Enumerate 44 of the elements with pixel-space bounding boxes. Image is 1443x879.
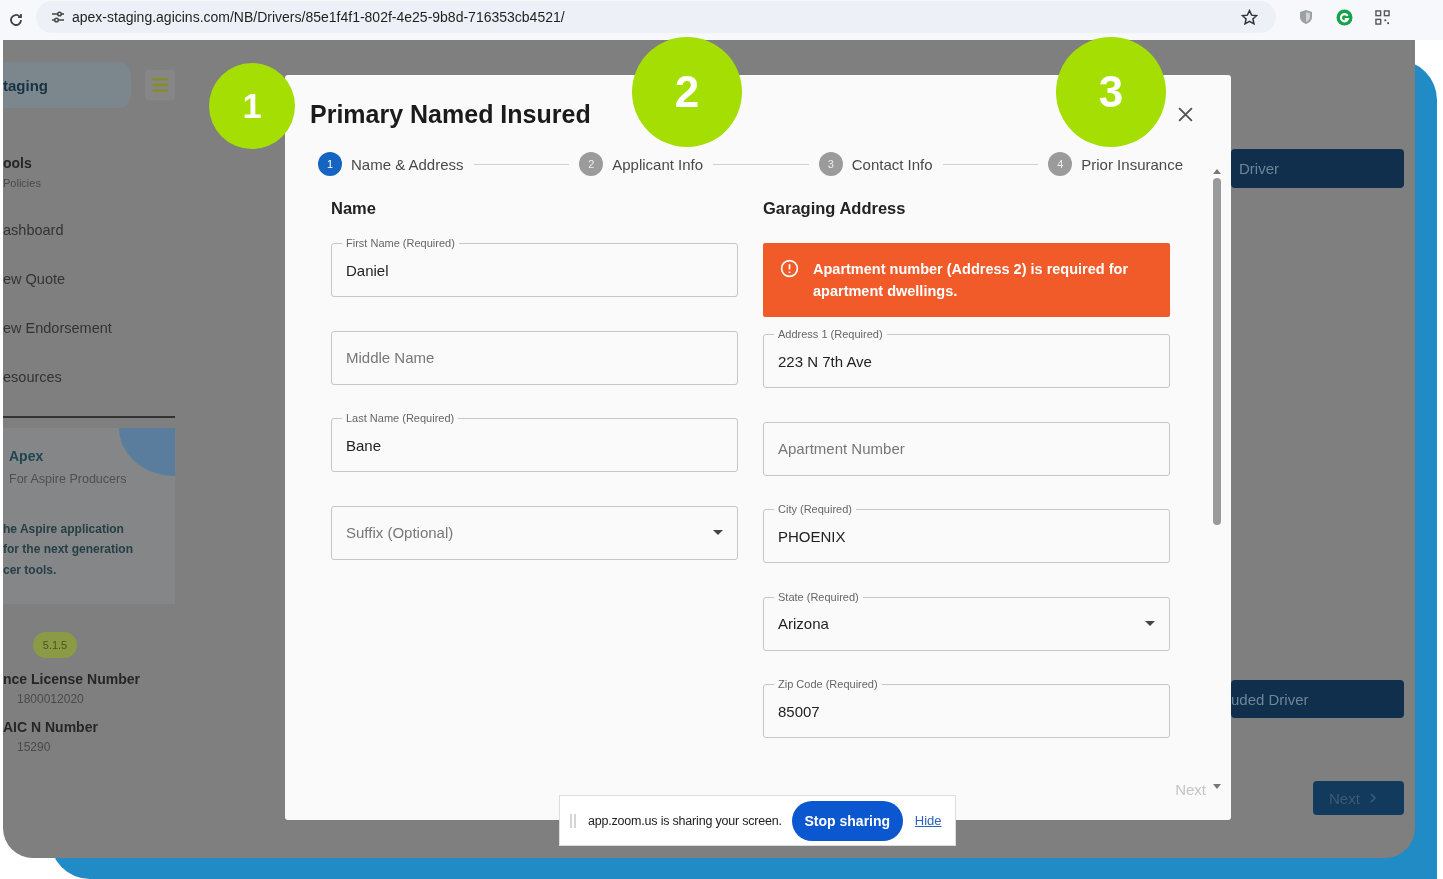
chevron-right-icon [1367,793,1378,803]
reload-icon[interactable] [8,12,24,28]
scroll-up-icon[interactable] [1213,169,1221,174]
extension-icon[interactable] [1336,8,1353,26]
close-icon[interactable] [1177,105,1194,123]
caret-icon [713,529,723,536]
star-icon[interactable] [1241,8,1258,26]
drag-handle-icon[interactable] [570,813,576,828]
dialog-title: Primary Named Insured [310,99,591,129]
error-icon [780,259,799,278]
nav-item[interactable]: ashboard [3,222,175,238]
qr-code-icon[interactable] [1375,9,1390,25]
step[interactable]: 1 Name & Address [318,152,464,176]
section-heading: Garaging Address [763,199,907,219]
nav-item[interactable]: ew Quote [3,271,175,287]
step[interactable]: 2 Applicant Info [579,152,704,176]
promo-subtitle: For Aspire Producers [9,471,128,486]
stop-sharing-button[interactable]: Stop sharing [791,800,903,841]
step[interactable]: 4 Prior Insurance [1048,152,1183,176]
driver-button[interactable]: Driver [1231,149,1404,188]
scroll-down-icon[interactable] [1213,784,1221,789]
error-message: Apartment number (Address 2) is required for apartment dwellings. [813,260,1130,301]
driver-button[interactable]: uded Driver [1231,680,1404,718]
share-message: app.zoom.us is sharing your screen. [588,813,782,828]
brand-pill[interactable]: taging [3,62,131,108]
select-field[interactable]: Suffix (Optional) [331,505,738,560]
info-label: AIC N Number [3,718,99,735]
promo-title: Apex [9,447,45,464]
shield-icon[interactable] [1298,9,1314,25]
nav-item[interactable]: ew Endorsement [3,320,175,336]
nav-item[interactable]: esources [3,369,175,385]
input-field[interactable]: Middle Name [331,330,738,385]
info-label: nce License Number [3,670,141,687]
step[interactable]: 3 Contact Info [818,152,933,176]
promo-text: he Aspire application for the next generation cer tools. [3,520,134,579]
version-badge: 5.1.5 [33,631,77,658]
scrollbar[interactable] [1212,169,1222,789]
hide-link[interactable]: Hide [914,813,942,828]
caret-icon [1145,620,1155,627]
section-title: ools [3,155,33,171]
url-text: apex-staging.agicins.com/NB/Drivers/85e1f4f1-802f-4e25-9b8d-716353cb4521/ [72,9,566,25]
input-field[interactable]: Apartment Number [763,421,1170,476]
tune-icon[interactable] [50,9,66,25]
address-bar[interactable]: apex-staging.agicins.com/NB/Drivers/85e1f4f1-802f-4e25-9b8d-716353cb4521/ [36,1,1276,33]
